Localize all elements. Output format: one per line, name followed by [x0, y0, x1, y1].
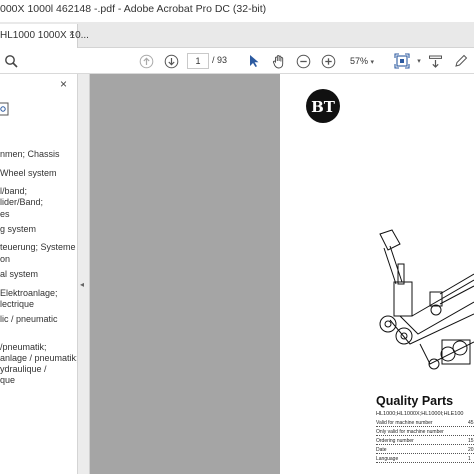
info-value: 1	[468, 456, 471, 462]
page-number-input[interactable]: 1	[187, 53, 209, 69]
chevron-down-icon: ▾	[370, 59, 375, 66]
bookmark-item[interactable]: anlage / pneumatik;	[0, 353, 77, 364]
pallet-truck-illustration	[379, 229, 474, 370]
panel-close-button[interactable]: ×	[60, 77, 67, 91]
title-bar: 000X 1000l 462148 -.pdf - Adobe Acrobat …	[0, 0, 474, 22]
collapse-arrow-icon[interactable]: ◂	[80, 280, 84, 289]
bookmark-item[interactable]: on	[0, 254, 10, 265]
bookmark-item[interactable]: g system	[0, 224, 36, 235]
info-row: Valid for machine number 45	[376, 420, 474, 427]
document-tab[interactable]: HL1000 1000X 10... ×	[0, 24, 89, 48]
info-label: Language	[376, 456, 399, 462]
info-label: Only valid for machine number	[376, 429, 444, 435]
page-total: / 93	[212, 55, 228, 65]
bookmark-item[interactable]: teuerung; Systeme	[0, 242, 76, 253]
bookmark-item[interactable]: l/band;	[0, 186, 27, 197]
search-icon[interactable]	[2, 52, 20, 70]
pdf-page: BT Quality Parts HL1000;HL1000X;HL1000I;…	[280, 74, 474, 474]
info-label: Valid for machine number	[376, 420, 433, 426]
bookmark-item[interactable]: lider/Band;	[0, 197, 43, 208]
next-page-icon[interactable]	[162, 52, 180, 70]
bookmark-item[interactable]: /pneumatik;	[0, 342, 47, 353]
info-value: 20	[468, 447, 474, 453]
bookmark-options-icon[interactable]	[0, 102, 12, 118]
tab-label: HL1000 1000X 10...	[0, 30, 89, 41]
tab-close-button[interactable]: ×	[69, 29, 75, 40]
bookmark-item[interactable]: es	[0, 209, 10, 220]
bookmark-item[interactable]: que	[0, 375, 15, 386]
document-models: HL1000;HL1000X;HL1000I;HLE100	[376, 411, 464, 417]
info-value: 45	[468, 420, 474, 426]
download-icon[interactable]	[426, 52, 444, 70]
bookmark-item[interactable]: Wheel system	[0, 168, 57, 179]
bookmark-item[interactable]: ydraulique /	[0, 364, 47, 375]
info-value: 15	[468, 438, 474, 444]
zoom-level-value: 57%	[349, 56, 368, 66]
previous-page-icon[interactable]	[137, 52, 155, 70]
tab-row: HL1000 1000X 10... ×	[0, 22, 474, 48]
document-viewer[interactable]: BT Quality Parts HL1000;HL1000X;HL1000I;…	[90, 74, 474, 474]
info-label: Date	[376, 447, 387, 453]
zoom-out-icon[interactable]	[294, 52, 312, 70]
bookmark-item[interactable]: al system	[0, 269, 38, 280]
bt-logo: BT	[306, 89, 340, 123]
info-label: Ordering number	[376, 438, 414, 444]
select-cursor-icon[interactable]	[245, 52, 263, 70]
zoom-in-icon[interactable]	[319, 52, 337, 70]
info-row: Ordering number 15	[376, 438, 474, 445]
toolbar: 1 / 93 57% ▾ ▾	[0, 48, 474, 74]
panel-splitter[interactable]: ◂	[78, 74, 90, 474]
window-title: 000X 1000l 462148 -.pdf - Adobe Acrobat …	[0, 3, 267, 15]
zoom-level-dropdown[interactable]: 57% ▾	[346, 53, 378, 69]
bookmark-item[interactable]: lectrique	[0, 299, 34, 310]
info-row: Language 1	[376, 456, 474, 463]
bookmark-item[interactable]: Elektroanlage;	[0, 288, 58, 299]
bookmark-item[interactable]: lic / pneumatic	[0, 314, 58, 325]
bookmark-item[interactable]: nmen; Chassis	[0, 149, 60, 160]
logo-text: BT	[311, 98, 336, 116]
document-title: Quality Parts	[376, 394, 454, 408]
bookmarks-panel: × nmen; Chassis Wheel system l/band; lid…	[0, 74, 78, 474]
edit-pen-icon[interactable]	[452, 52, 470, 70]
info-row: Only valid for machine number	[376, 429, 474, 436]
info-row: Date 20	[376, 447, 474, 454]
hand-tool-icon[interactable]	[270, 52, 288, 70]
fit-page-icon[interactable]	[393, 52, 411, 70]
